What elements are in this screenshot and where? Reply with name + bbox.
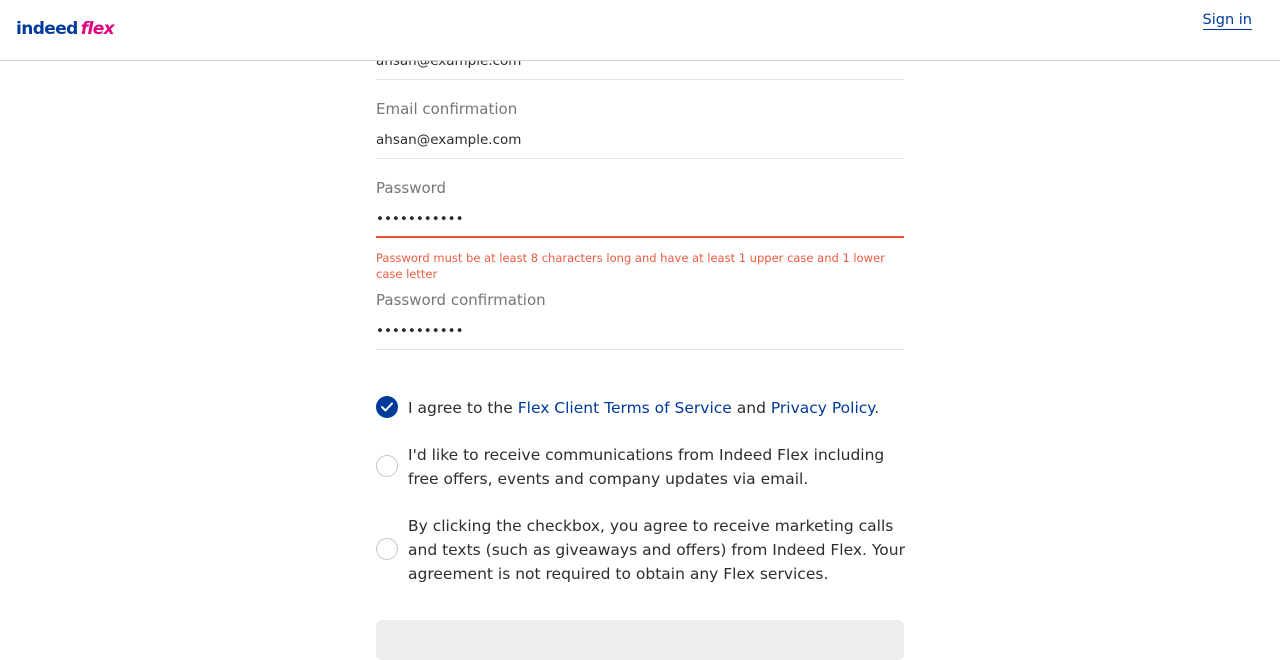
checkmark-icon: [381, 402, 393, 412]
terms-agreement-text: I agree to the Flex Client Terms of Serv…: [408, 396, 908, 420]
sign-in-link[interactable]: Sign in: [1202, 12, 1252, 30]
submit-button[interactable]: [376, 620, 904, 660]
terms-of-service-link[interactable]: Flex Client Terms of Service: [518, 399, 732, 417]
email-confirmation-label: Email confirmation: [376, 100, 518, 118]
password-label: Password: [376, 179, 447, 197]
password-error-message: Password must be at least 8 characters l…: [376, 251, 885, 281]
password-confirmation-field[interactable]: [376, 321, 904, 341]
terms-middle: and: [731, 399, 771, 417]
marketing-text: By clicking the checkbox, you agree to r…: [408, 517, 905, 583]
indeed-flex-logo[interactable]: indeed flex: [16, 19, 115, 41]
email-confirmation-underline: [376, 158, 904, 159]
password-confirmation-label: Password confirmation: [376, 291, 546, 309]
terms-prefix: I agree to the: [408, 399, 518, 417]
password-field[interactable]: [376, 209, 904, 229]
password-confirmation-underline: [376, 349, 904, 350]
privacy-policy-link[interactable]: Privacy Policy: [771, 399, 874, 417]
logo-flex-text: flex: [80, 19, 115, 39]
email-confirmation-field[interactable]: [376, 130, 904, 150]
terms-checkbox[interactable]: [376, 396, 398, 418]
email-field-underline: [376, 79, 904, 80]
communications-text: I'd like to receive communications from …: [408, 446, 885, 488]
terms-suffix: .: [874, 399, 880, 417]
top-header: indeed flex Sign in: [0, 0, 1280, 61]
marketing-checkbox[interactable]: [376, 538, 398, 560]
password-error-underline: [376, 236, 904, 238]
communications-checkbox[interactable]: [376, 455, 398, 477]
logo-indeed-text: indeed: [16, 19, 78, 39]
